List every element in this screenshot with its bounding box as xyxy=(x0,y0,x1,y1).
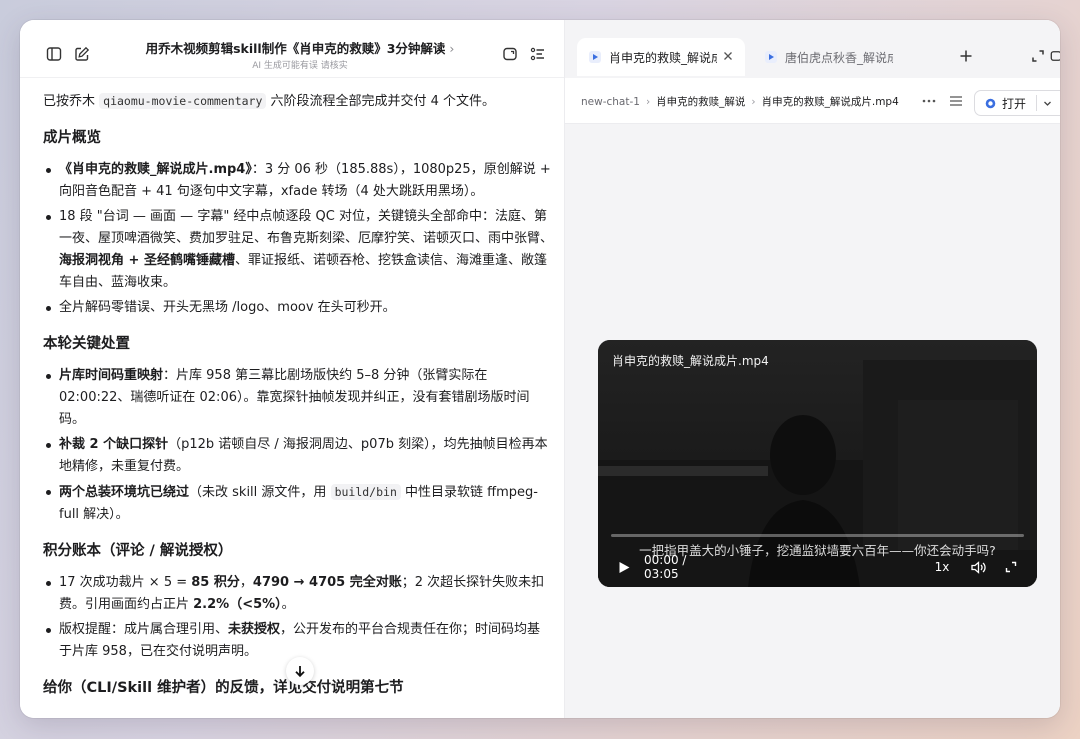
chat-title[interactable]: 用乔木视频剪辑skill制作《肖申克的救赎》3分钟解读 › xyxy=(130,38,470,57)
tab-tangbohu[interactable]: 唐伯虎点秋香_解说成片.mp4 xyxy=(753,38,921,76)
list-item-bold: 两个总装环境坑已绕过 xyxy=(59,485,190,500)
list-item-text: ， xyxy=(239,575,253,590)
video-time: 00:00 / 03:05 xyxy=(644,553,687,581)
breadcrumb-item[interactable]: 肖申克的救赎_解说 xyxy=(656,94,745,109)
chevron-right-icon: › xyxy=(449,41,455,56)
video-controls: 00:00 / 03:05 1x xyxy=(598,553,1037,581)
intro-text: 已按乔木 xyxy=(43,94,100,109)
list-item-bold: 补裁 2 个缺口探针 xyxy=(59,437,169,452)
play-icon[interactable] xyxy=(616,556,632,578)
path-code: build/bin xyxy=(330,484,401,500)
intro-paragraph: 已按乔木 qiaomu-movie-commentary 六阶段流程全部完成并交… xyxy=(43,90,553,113)
new-tab-plus-icon[interactable] xyxy=(954,44,978,68)
menu-lines-icon[interactable] xyxy=(944,89,968,113)
chat-header: 用乔木视频剪辑skill制作《肖申克的救赎》3分钟解读 › AI 生成可能有误 请… xyxy=(20,20,564,78)
video-file-icon xyxy=(765,51,777,63)
list-item-bold: 片库时间码重映射 xyxy=(59,368,164,383)
video-file-icon xyxy=(589,51,601,63)
section-heading: 本轮关键处置 xyxy=(43,336,130,352)
share-icon[interactable] xyxy=(498,42,522,66)
app-window: 用乔木视频剪辑skill制作《肖申克的救赎》3分钟解读 › AI 生成可能有误 请… xyxy=(20,20,1060,718)
list-item-text: 。 xyxy=(281,597,295,612)
window-icon[interactable] xyxy=(1050,44,1060,68)
expand-icon[interactable] xyxy=(1026,44,1050,68)
section-heading: 成片概览 xyxy=(43,130,101,146)
tab-shawshank[interactable]: 肖申克的救赎_解说成片.mp4 xyxy=(577,38,745,76)
breadcrumb-item[interactable]: new-chat-1 xyxy=(581,96,640,108)
chevron-right-icon: › xyxy=(645,95,651,108)
tab-bar: 肖申克的救赎_解说成片.mp4 唐伯虎点秋香_解说成片.mp4 xyxy=(565,20,1060,78)
chevron-right-icon: › xyxy=(751,95,756,108)
breadcrumb-current: 肖申克的救赎_解说成片.mp4 xyxy=(761,96,899,108)
list-item: 18 段 "台词 — 画面 — 字幕" 经中点帧逐段 QC 对位，关键镜头全部命… xyxy=(43,206,553,294)
skill-name-code: qiaomu-movie-commentary xyxy=(99,93,267,109)
video-player[interactable]: 肖申克的救赎_解说成片.mp4 一把指甲盖大的小锤子，挖通监狱墙要六百年——你还… xyxy=(598,340,1037,587)
breadcrumb: new-chat-1 › 肖申克的救赎_解说 › 肖申克的救赎_解说成片.mp4 xyxy=(581,94,899,109)
preview-pane: 肖申克的救赎_解说成片.mp4 唐伯虎点秋香_解说成片.mp4 xyxy=(565,20,1060,718)
app-icon xyxy=(985,98,996,109)
credits-list: 17 次成功裁片 × 5 = 85 积分，4790 → 4705 完全对账；2 … xyxy=(43,572,553,663)
fullscreen-icon[interactable] xyxy=(1002,556,1020,578)
list-item: 片库时间码重映射：片库 958 第三幕比剧场版快约 5–8 分钟（张臂实际在 0… xyxy=(43,365,553,431)
list-item-bold: 未获授权 xyxy=(228,622,281,637)
list-item-text: （未改 skill 源文件，用 xyxy=(189,485,331,500)
chevron-down-icon[interactable] xyxy=(1043,99,1052,108)
divider xyxy=(1036,95,1038,111)
list-item: 补裁 2 个缺口探针（p12b 诺顿自尽 / 海报洞周边、p07b 刻梁），均先… xyxy=(43,434,553,478)
volume-icon[interactable] xyxy=(969,556,987,578)
more-options-icon[interactable] xyxy=(917,89,941,113)
tab-label: 肖申克的救赎_解说成片.mp4 xyxy=(609,50,717,65)
list-item-text: 17 次成功裁片 × 5 = xyxy=(59,575,192,590)
list-item: 《肖申克的救赎_解说成片.mp4》：3 分 06 秒（185.88s），1080… xyxy=(43,159,553,203)
list-item: 17 次成功裁片 × 5 = 85 积分，4790 → 4705 完全对账；2 … xyxy=(43,572,553,616)
chat-title-text: 用乔木视频剪辑skill制作《肖申克的救赎》3分钟解读 xyxy=(145,41,446,56)
scroll-to-bottom-button[interactable] xyxy=(286,657,314,685)
tab-label: 唐伯虎点秋香_解说成片.mp4 xyxy=(785,50,893,65)
actions-list: 片库时间码重映射：片库 958 第三幕比剧场版快约 5–8 分钟（张臂实际在 0… xyxy=(43,365,553,526)
close-icon[interactable] xyxy=(723,50,733,64)
list-item-bold: 2.2%（<5%） xyxy=(193,597,282,612)
chat-pane: 用乔木视频剪辑skill制作《肖申克的救赎》3分钟解读 › AI 生成可能有误 请… xyxy=(20,20,564,718)
arrow-down-icon xyxy=(295,666,305,678)
list-item: 全片解码零错误、开头无黑场 /logo、moov 在头可秒开。 xyxy=(43,297,553,319)
sidebar-toggle-icon[interactable] xyxy=(42,42,66,66)
list-item-text: 版权提醒：成片属合理引用、 xyxy=(59,622,229,637)
message-content: 已按乔木 qiaomu-movie-commentary 六阶段流程全部完成并交… xyxy=(43,90,553,710)
overview-list: 《肖申克的救赎_解说成片.mp4》：3 分 06 秒（185.88s），1080… xyxy=(43,159,553,319)
list-item-bold: 4790 → 4705 完全对账 xyxy=(252,575,402,590)
video-progress-bar[interactable] xyxy=(611,534,1024,537)
list-item: 两个总装环境坑已绕过（未改 skill 源文件，用 build/bin 中性目录… xyxy=(43,481,553,526)
open-button-label: 打开 xyxy=(1002,96,1027,111)
open-button[interactable]: 打开 xyxy=(974,90,1060,116)
list-view-icon[interactable] xyxy=(526,42,550,66)
section-heading: 积分账本（评论 / 解说授权） xyxy=(43,543,233,559)
new-chat-icon[interactable] xyxy=(70,42,94,66)
file-name-bold: 《肖申克的救赎_解说成片.mp4》 xyxy=(59,162,252,177)
ai-disclaimer: AI 生成可能有误 请核实 xyxy=(252,61,348,71)
video-title: 肖申克的救赎_解说成片.mp4 xyxy=(612,354,769,368)
playback-speed[interactable]: 1x xyxy=(932,556,952,578)
list-item-bold: 85 积分 xyxy=(191,575,240,590)
list-item-bold: 海报洞视角 + 圣经鹤嘴锤藏槽 xyxy=(59,253,235,268)
intro-text-tail: 六阶段流程全部完成并交付 4 个文件。 xyxy=(266,94,496,109)
list-item-text: 18 段 "台词 — 画面 — 字幕" 经中点帧逐段 QC 对位，关键镜头全部命… xyxy=(59,209,553,246)
